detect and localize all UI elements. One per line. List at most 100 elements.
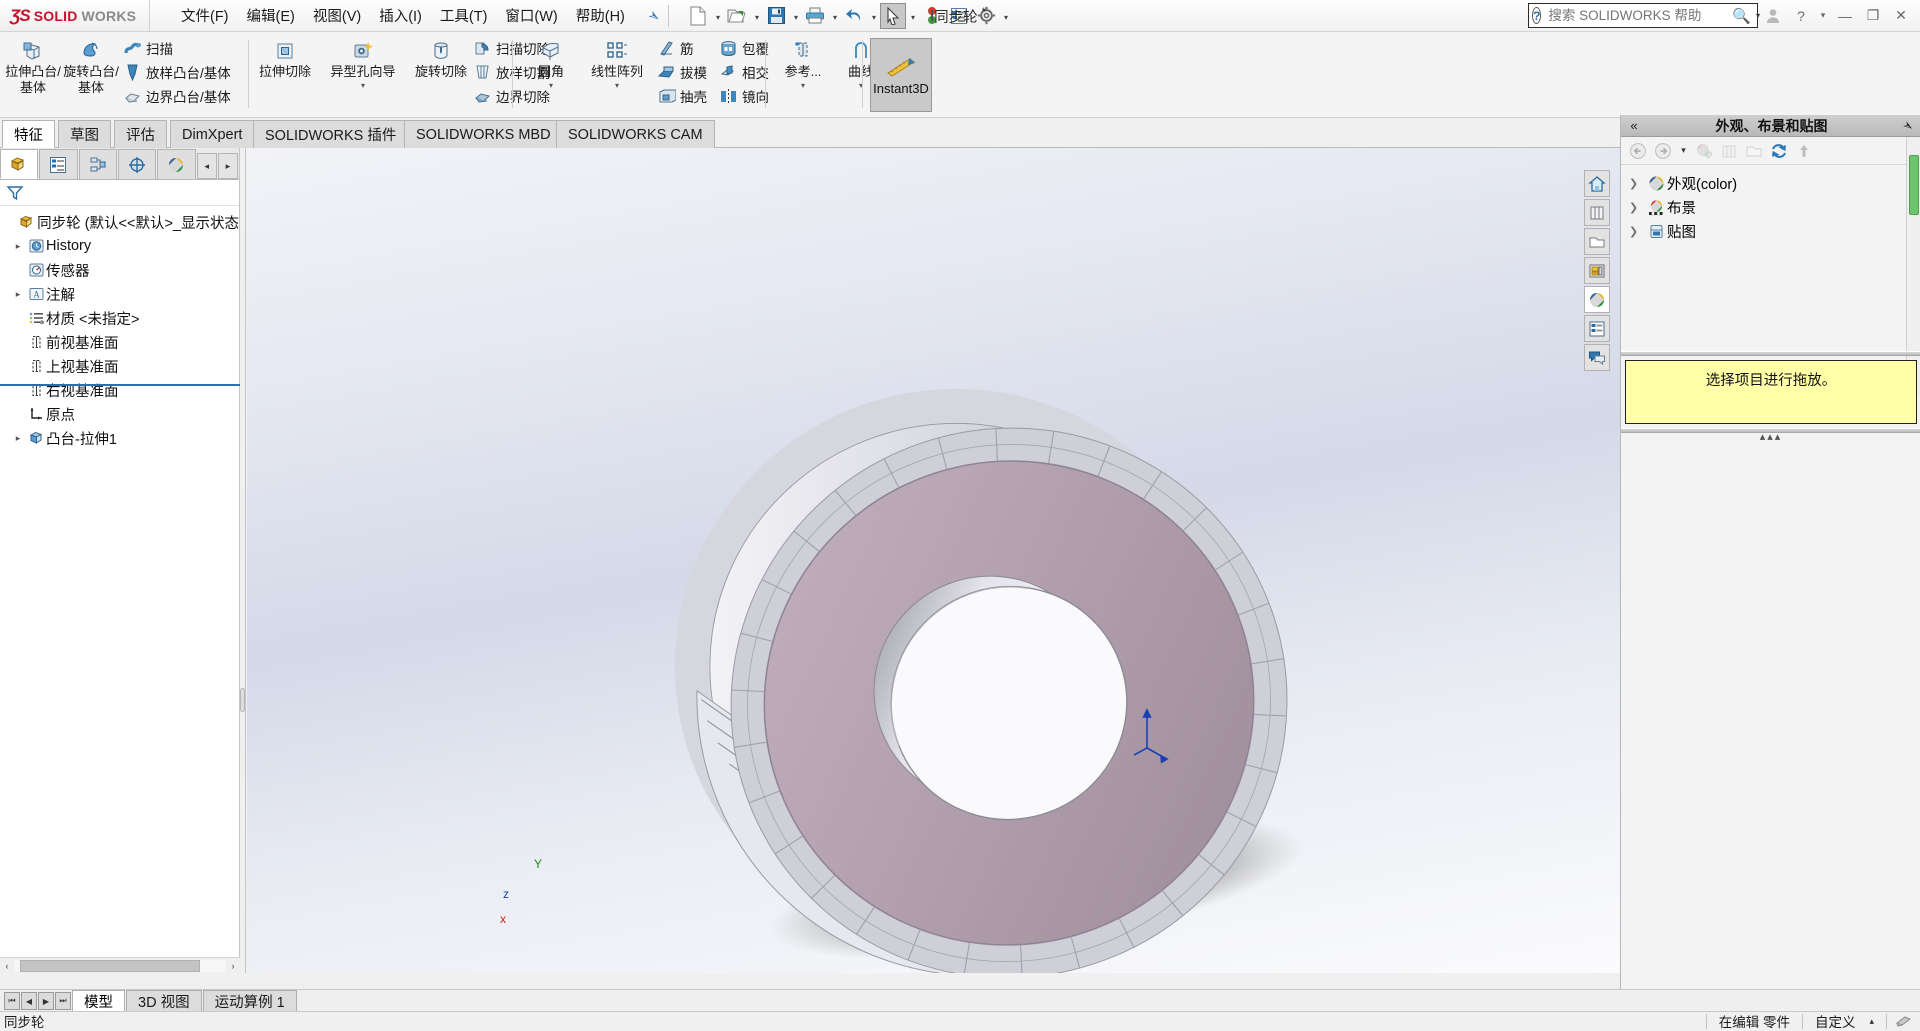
search-icon[interactable]: 🔍 bbox=[1732, 7, 1751, 25]
feature-tree-horizontal-scrollbar[interactable]: ‹ › bbox=[0, 957, 240, 973]
tab-solidworks-mbd[interactable]: SOLIDWORKS MBD bbox=[404, 120, 563, 148]
rebuild-icon[interactable] bbox=[919, 3, 945, 29]
swept-boss-button[interactable]: 扫描 bbox=[120, 36, 234, 60]
tab-appearances-manager[interactable] bbox=[157, 149, 195, 179]
shell-button[interactable]: 抽壳 bbox=[654, 84, 710, 108]
menu-help[interactable]: 帮助(H) bbox=[567, 1, 634, 30]
tab-dimxpert-manager[interactable] bbox=[118, 149, 156, 179]
boundary-boss-button[interactable]: 边界凸台/基体 bbox=[120, 84, 234, 108]
feature-manager-next-tab[interactable]: ▸ bbox=[218, 153, 238, 179]
status-custom-caret-icon[interactable]: ▴ bbox=[1869, 1016, 1874, 1027]
task-pane-pin-icon[interactable]: ➣ bbox=[1894, 112, 1920, 139]
tree-node-annotations[interactable]: ▸ A 注解 bbox=[0, 282, 239, 306]
select-cursor-caret-icon[interactable]: ▾ bbox=[907, 3, 918, 29]
splitter-grip[interactable] bbox=[240, 688, 245, 712]
hole-wizard-caret-icon[interactable]: ▾ bbox=[361, 80, 365, 92]
extruded-cut-button[interactable]: 拉伸切除 bbox=[256, 36, 314, 80]
feature-manager-prev-tab[interactable]: ◂ bbox=[197, 153, 217, 179]
reference-geometry-button[interactable]: 参考... ▾ bbox=[774, 36, 832, 92]
task-item-scenes[interactable]: ❯ 布景 bbox=[1621, 195, 1920, 219]
scroll-thumb[interactable] bbox=[20, 960, 200, 972]
menu-view[interactable]: 视图(V) bbox=[304, 1, 370, 30]
draft-button[interactable]: 拔模 bbox=[654, 60, 710, 84]
bottom-tab-3dviews[interactable]: 3D 视图 bbox=[126, 990, 202, 1011]
menu-edit[interactable]: 编辑(E) bbox=[238, 1, 304, 30]
refresh-icon[interactable] bbox=[1768, 140, 1790, 162]
tab-nav-next[interactable]: ▶ bbox=[38, 992, 54, 1010]
print-caret-icon[interactable]: ▾ bbox=[829, 3, 840, 29]
tree-node-right-plane[interactable]: 右视基准面 bbox=[0, 378, 239, 402]
close-button[interactable]: ✕ bbox=[1888, 3, 1914, 28]
sketch-status-icon[interactable] bbox=[1887, 1012, 1920, 1031]
tab-dimxpert[interactable]: DimXpert bbox=[170, 120, 254, 148]
bottom-tab-motion-study-1[interactable]: 运动算例 1 bbox=[203, 990, 297, 1011]
task-item-appearances[interactable]: ❯ 外观(color) bbox=[1621, 171, 1920, 195]
revolved-boss-base-button[interactable]: 旋转凸台/基体 bbox=[62, 36, 120, 96]
select-cursor-icon[interactable] bbox=[880, 3, 906, 29]
bottom-tab-model[interactable]: 模型 bbox=[72, 990, 125, 1011]
instant3d-button[interactable]: Instant3D bbox=[870, 38, 932, 112]
tree-node-sensors[interactable]: 传感器 bbox=[0, 258, 239, 282]
options-list-icon[interactable] bbox=[946, 3, 972, 29]
intersect-button[interactable]: 相交 bbox=[716, 60, 772, 84]
extruded-boss-base-button[interactable]: 拉伸凸台/基体 bbox=[4, 36, 62, 96]
wrap-button[interactable]: 包覆 bbox=[716, 36, 772, 60]
task-item-decals[interactable]: ❯ 贴图 bbox=[1621, 219, 1920, 243]
task-pane-resize-handle[interactable]: ▴▴▴ bbox=[1621, 433, 1920, 441]
tab-nav-prev[interactable]: ◀ bbox=[21, 992, 37, 1010]
settings-gear-icon[interactable] bbox=[973, 3, 999, 29]
tree-node-origin[interactable]: 原点 bbox=[0, 402, 239, 426]
search-help-box[interactable]: ? 🔍 ▾ bbox=[1528, 3, 1758, 28]
scroll-right-arrow[interactable]: › bbox=[226, 961, 240, 971]
view-home-icon[interactable] bbox=[1584, 170, 1610, 197]
rib-button[interactable]: 筋 bbox=[654, 36, 710, 60]
expand-annotations-icon[interactable]: ▸ bbox=[10, 289, 26, 300]
gear-model[interactable] bbox=[247, 148, 1620, 973]
scene-icon[interactable] bbox=[1718, 140, 1740, 162]
tree-node-boss-extrude1[interactable]: ▸ 凸台-拉伸1 bbox=[0, 426, 239, 450]
expand-history-icon[interactable]: ▸ bbox=[10, 241, 26, 252]
mirror-button[interactable]: 镜向 bbox=[716, 84, 772, 108]
user-account-icon[interactable] bbox=[1760, 3, 1786, 28]
lofted-boss-button[interactable]: 放样凸台/基体 bbox=[120, 60, 234, 84]
tab-configuration-manager[interactable] bbox=[79, 149, 117, 179]
menu-tools[interactable]: 工具(T) bbox=[431, 1, 497, 30]
task-pane-scroll-thumb[interactable] bbox=[1909, 155, 1919, 215]
feature-tree-filter-row[interactable] bbox=[0, 180, 239, 206]
view-appearances-icon[interactable] bbox=[1584, 286, 1610, 313]
solidworks-logo[interactable]: ƷS SOLIDWORKS bbox=[0, 0, 150, 31]
menu-insert[interactable]: 插入(I) bbox=[370, 1, 431, 30]
back-icon[interactable] bbox=[1627, 140, 1649, 162]
up-level-icon[interactable] bbox=[1793, 140, 1815, 162]
expand-boss-extrude1-icon[interactable]: ▸ bbox=[10, 433, 26, 444]
reference-geometry-caret-icon[interactable]: ▾ bbox=[801, 80, 805, 92]
tab-solidworks-cam[interactable]: SOLIDWORKS CAM bbox=[556, 120, 715, 148]
minimize-button[interactable]: — bbox=[1832, 3, 1858, 28]
status-custom-units[interactable]: 自定义 ▴ bbox=[1803, 1012, 1886, 1031]
tree-node-front-plane[interactable]: 前视基准面 bbox=[0, 330, 239, 354]
view-folder-icon[interactable] bbox=[1584, 228, 1610, 255]
fillet-button[interactable]: 圆角 ▾ bbox=[522, 36, 580, 92]
expand-decals-icon[interactable]: ❯ bbox=[1629, 225, 1645, 238]
scroll-left-arrow[interactable]: ‹ bbox=[0, 961, 14, 971]
help-button[interactable]: ? bbox=[1788, 3, 1814, 28]
hole-wizard-button[interactable]: 异型孔向导 ▾ bbox=[314, 36, 412, 92]
undo-caret-icon[interactable]: ▾ bbox=[868, 3, 879, 29]
pin-menu-icon[interactable]: ➣ bbox=[644, 5, 665, 27]
appearance-icon[interactable] bbox=[1693, 140, 1715, 162]
history-dropdown-caret-icon[interactable]: ▾ bbox=[1677, 140, 1690, 162]
tree-node-top-plane[interactable]: 上视基准面 bbox=[0, 354, 239, 378]
tree-root-part[interactable]: 同步轮 (默认<<默认>_显示状态 bbox=[0, 210, 239, 234]
view-forum-icon[interactable] bbox=[1584, 344, 1610, 371]
forward-icon[interactable] bbox=[1652, 140, 1674, 162]
tab-nav-first[interactable]: ⏮ bbox=[4, 992, 20, 1010]
tab-solidworks-addins[interactable]: SOLIDWORKS 插件 bbox=[253, 120, 408, 148]
tree-node-history[interactable]: ▸ History bbox=[0, 234, 239, 258]
new-document-caret-icon[interactable]: ▾ bbox=[712, 3, 723, 29]
tree-node-material[interactable]: 材质 <未指定> bbox=[0, 306, 239, 330]
save-icon[interactable] bbox=[763, 3, 789, 29]
search-input[interactable] bbox=[1546, 7, 1727, 24]
panel-splitter[interactable] bbox=[240, 148, 246, 973]
tab-sketch[interactable]: 草图 bbox=[58, 120, 111, 148]
expand-appearances-icon[interactable]: ❯ bbox=[1629, 177, 1645, 190]
